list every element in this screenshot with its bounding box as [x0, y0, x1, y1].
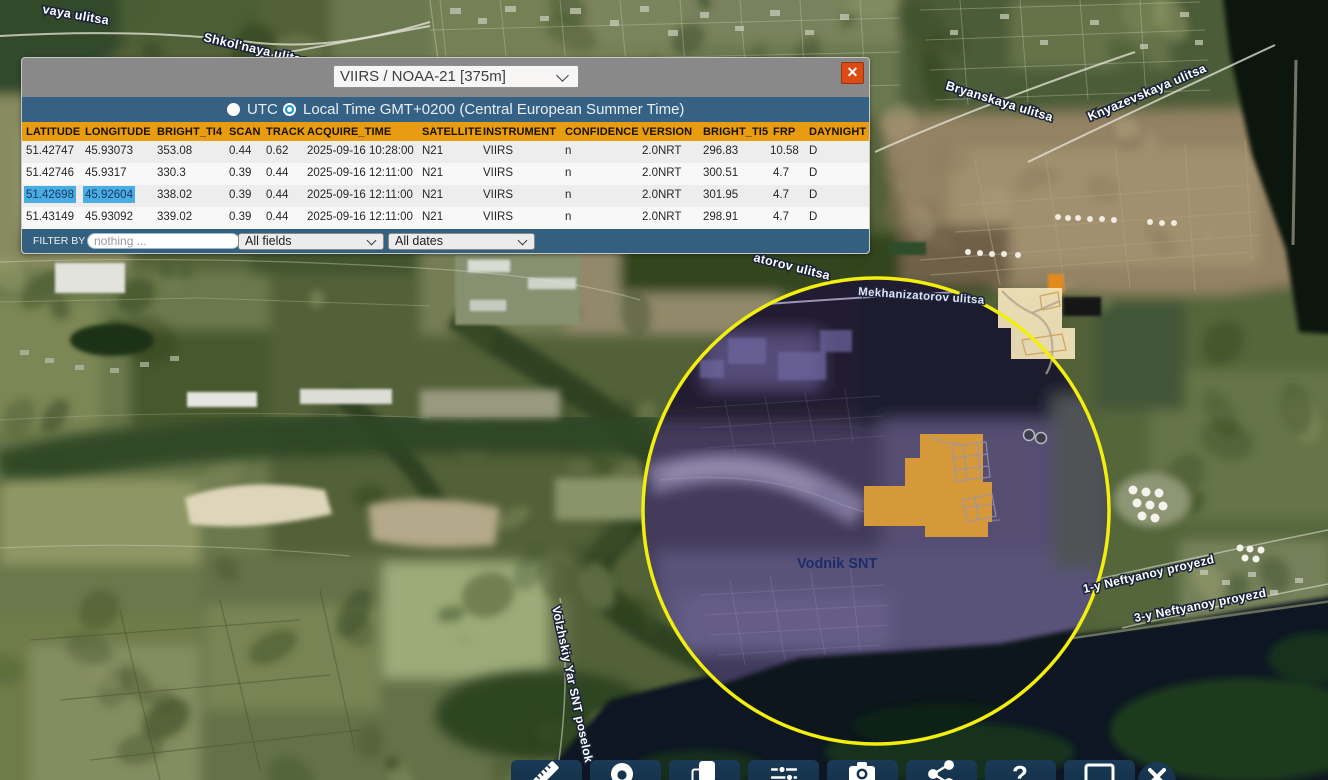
svg-text:Vodnik SNT: Vodnik SNT: [797, 556, 877, 572]
